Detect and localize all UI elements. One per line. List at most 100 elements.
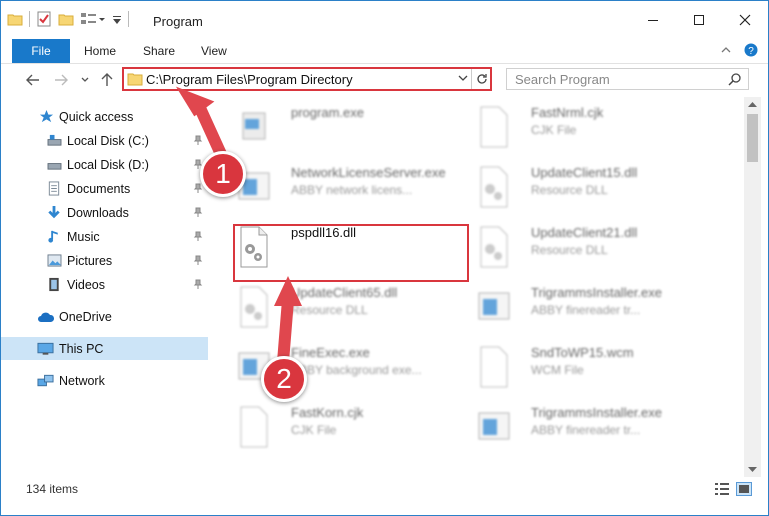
documents-icon — [47, 181, 61, 196]
tab-share[interactable]: Share — [143, 44, 175, 58]
tab-home[interactable]: Home — [84, 44, 116, 58]
help-icon[interactable]: ? — [744, 43, 758, 57]
sidebar-item-documents[interactable]: Documents — [1, 177, 208, 200]
tab-view[interactable]: View — [201, 44, 227, 58]
sidebar-item-videos[interactable]: Videos — [1, 273, 208, 296]
list-item[interactable]: UpdateClient15.dll Resource DLL — [451, 161, 691, 217]
list-item[interactable]: TrigrammsInstaller.exe ABBY finereader t… — [451, 281, 691, 337]
tab-file[interactable]: File — [12, 39, 70, 63]
list-item[interactable]: program.exe — [211, 101, 451, 157]
up-button[interactable] — [97, 70, 117, 90]
forward-button[interactable] — [51, 70, 71, 90]
large-icons-view-icon[interactable] — [736, 482, 752, 496]
pin-icon[interactable] — [193, 183, 203, 193]
sidebar-item-local-disk-d[interactable]: Local Disk (D:) — [1, 153, 208, 176]
minimize-button[interactable] — [630, 1, 676, 39]
list-item[interactable]: FastKorn.cjk CJK File — [211, 401, 451, 457]
exe-file-icon — [478, 412, 510, 440]
chevron-down-icon — [81, 77, 89, 82]
window-controls — [630, 1, 768, 39]
refresh-icon — [476, 74, 487, 84]
refresh-button[interactable] — [471, 69, 491, 89]
dll-file-icon — [240, 286, 268, 328]
list-item[interactable]: NetworkLicenseServer.exe ABBY network li… — [211, 161, 451, 217]
toolbar-separator — [29, 11, 30, 27]
item-count: 134 items — [26, 482, 79, 496]
sidebar-item-onedrive[interactable]: OneDrive — [1, 305, 208, 328]
svg-text:?: ? — [748, 46, 754, 57]
highlight-box-file — [233, 224, 469, 282]
status-bar: 134 items — [1, 479, 768, 501]
blank-file-icon — [240, 406, 268, 448]
quick-access-toolbar — [7, 11, 129, 27]
drive-icon — [47, 158, 62, 171]
list-item[interactable]: UpdateClient65.dll Resource DLL — [211, 281, 451, 337]
pictures-icon — [47, 254, 62, 267]
folder-icon — [7, 14, 23, 26]
search-input[interactable]: Search Program — [515, 72, 610, 87]
videos-icon — [47, 277, 61, 292]
drive-icon — [47, 134, 62, 147]
maximize-button[interactable] — [676, 1, 722, 39]
sidebar-item-quick-access[interactable]: Quick access — [1, 105, 208, 128]
new-folder-icon[interactable] — [58, 11, 74, 27]
sidebar-item-network[interactable]: Network — [1, 369, 208, 392]
computer-icon — [37, 342, 54, 356]
scroll-up-icon[interactable] — [748, 101, 757, 107]
expand-ribbon-icon[interactable] — [720, 44, 732, 56]
pin-icon[interactable] — [193, 231, 203, 241]
pin-icon[interactable] — [193, 255, 203, 265]
navigation-pane: Quick access Local Disk (C:) Local Disk … — [1, 97, 208, 473]
blank-file-icon — [480, 106, 508, 148]
music-icon — [47, 229, 61, 244]
back-button[interactable] — [23, 70, 43, 90]
star-icon — [39, 109, 54, 124]
close-icon — [739, 14, 751, 26]
navigation-bar: C:\Program Files\Program Directory Searc… — [1, 64, 768, 96]
minimize-icon — [648, 20, 658, 21]
scroll-down-icon[interactable] — [748, 467, 757, 473]
folder-icon — [127, 73, 143, 86]
network-icon — [37, 374, 54, 388]
address-path[interactable]: C:\Program Files\Program Directory — [146, 72, 353, 87]
list-item[interactable]: FineExec.exe ABBY background exe... — [211, 341, 451, 397]
list-item[interactable]: UpdateClient21.dll Resource DLL — [451, 221, 691, 277]
sidebar-item-music[interactable]: Music — [1, 225, 208, 248]
sidebar-item-this-pc[interactable]: This PC — [1, 337, 208, 360]
pin-icon[interactable] — [193, 279, 203, 289]
sidebar-item-pictures[interactable]: Pictures — [1, 249, 208, 272]
up-arrow-icon — [101, 73, 113, 86]
step-badge-2: 2 — [261, 356, 307, 402]
customize-icon[interactable] — [80, 11, 106, 27]
chevron-down-icon[interactable] — [458, 73, 468, 83]
list-item[interactable]: SndToWP15.wcm WCM File — [451, 341, 691, 397]
forward-arrow-icon — [55, 74, 68, 86]
pin-icon[interactable] — [193, 135, 203, 145]
cloud-icon — [37, 311, 55, 323]
pin-icon[interactable] — [193, 207, 203, 217]
file-list: program.exe FastNrml.cjk CJK File Networ… — [211, 97, 744, 475]
dll-file-icon — [480, 226, 508, 268]
list-item[interactable]: TrigrammsInstaller.exe ABBY finereader t… — [451, 401, 691, 457]
list-item[interactable]: FastNrml.cjk CJK File — [451, 101, 691, 157]
step-badge-1: 1 — [200, 151, 246, 197]
close-button[interactable] — [722, 1, 768, 39]
scrollbar-thumb[interactable] — [747, 114, 758, 162]
search-icon[interactable] — [728, 72, 742, 86]
back-arrow-icon — [26, 74, 39, 86]
search-box[interactable]: Search Program — [506, 68, 749, 90]
exe-file-icon — [478, 292, 510, 320]
vertical-scrollbar[interactable] — [744, 97, 761, 477]
qat-dropdown-icon[interactable] — [112, 11, 122, 27]
details-view-icon[interactable] — [714, 482, 730, 496]
title-bar: Program — [1, 1, 768, 39]
window-title: Program — [153, 14, 203, 29]
properties-icon[interactable] — [36, 11, 52, 27]
address-bar[interactable]: C:\Program Files\Program Directory — [122, 67, 492, 91]
sidebar-item-downloads[interactable]: Downloads — [1, 201, 208, 224]
view-switcher — [714, 482, 752, 496]
sidebar-item-local-disk-c[interactable]: Local Disk (C:) — [1, 129, 208, 152]
exe-file-icon — [242, 112, 266, 140]
blank-file-icon — [480, 346, 508, 388]
recent-locations-button[interactable] — [75, 70, 95, 90]
